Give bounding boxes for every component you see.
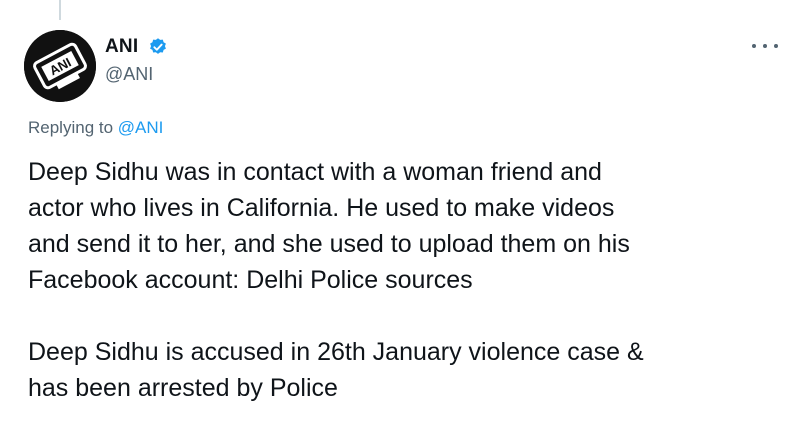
tweet-text-line: Facebook account: Delhi Police sources [28, 266, 473, 294]
author-handle[interactable]: @ANI [105, 64, 153, 85]
more-dot-icon [763, 44, 767, 48]
verified-badge-icon [150, 38, 166, 54]
tweet-card[interactable]: ANI ANI @ANI Replying to @ANI Deep Sidhu… [0, 0, 800, 425]
tweet-text-line: actor who lives in California. He used t… [28, 194, 615, 222]
avatar[interactable]: ANI [24, 30, 96, 102]
tweet-text-line: and send it to her, and she used to uplo… [28, 230, 630, 258]
more-dot-icon [752, 44, 756, 48]
more-options-button[interactable] [752, 38, 778, 54]
thread-connector-line [59, 0, 61, 20]
tweet-text-line: Deep Sidhu was in contact with a woman f… [28, 158, 602, 186]
replying-to-label: Replying to [28, 118, 118, 137]
ani-logo-icon: ANI [24, 30, 96, 102]
tweet-text-line: has been arrested by Police [28, 374, 338, 402]
replying-to-mention-link[interactable]: @ANI [118, 118, 164, 137]
tweet-text: Deep Sidhu was in contact with a woman f… [28, 154, 788, 406]
replying-to: Replying to @ANI [28, 118, 163, 138]
more-dot-icon [774, 44, 778, 48]
tweet-text-line: Deep Sidhu is accused in 26th January vi… [28, 338, 644, 366]
author-name[interactable]: ANI [105, 36, 138, 58]
